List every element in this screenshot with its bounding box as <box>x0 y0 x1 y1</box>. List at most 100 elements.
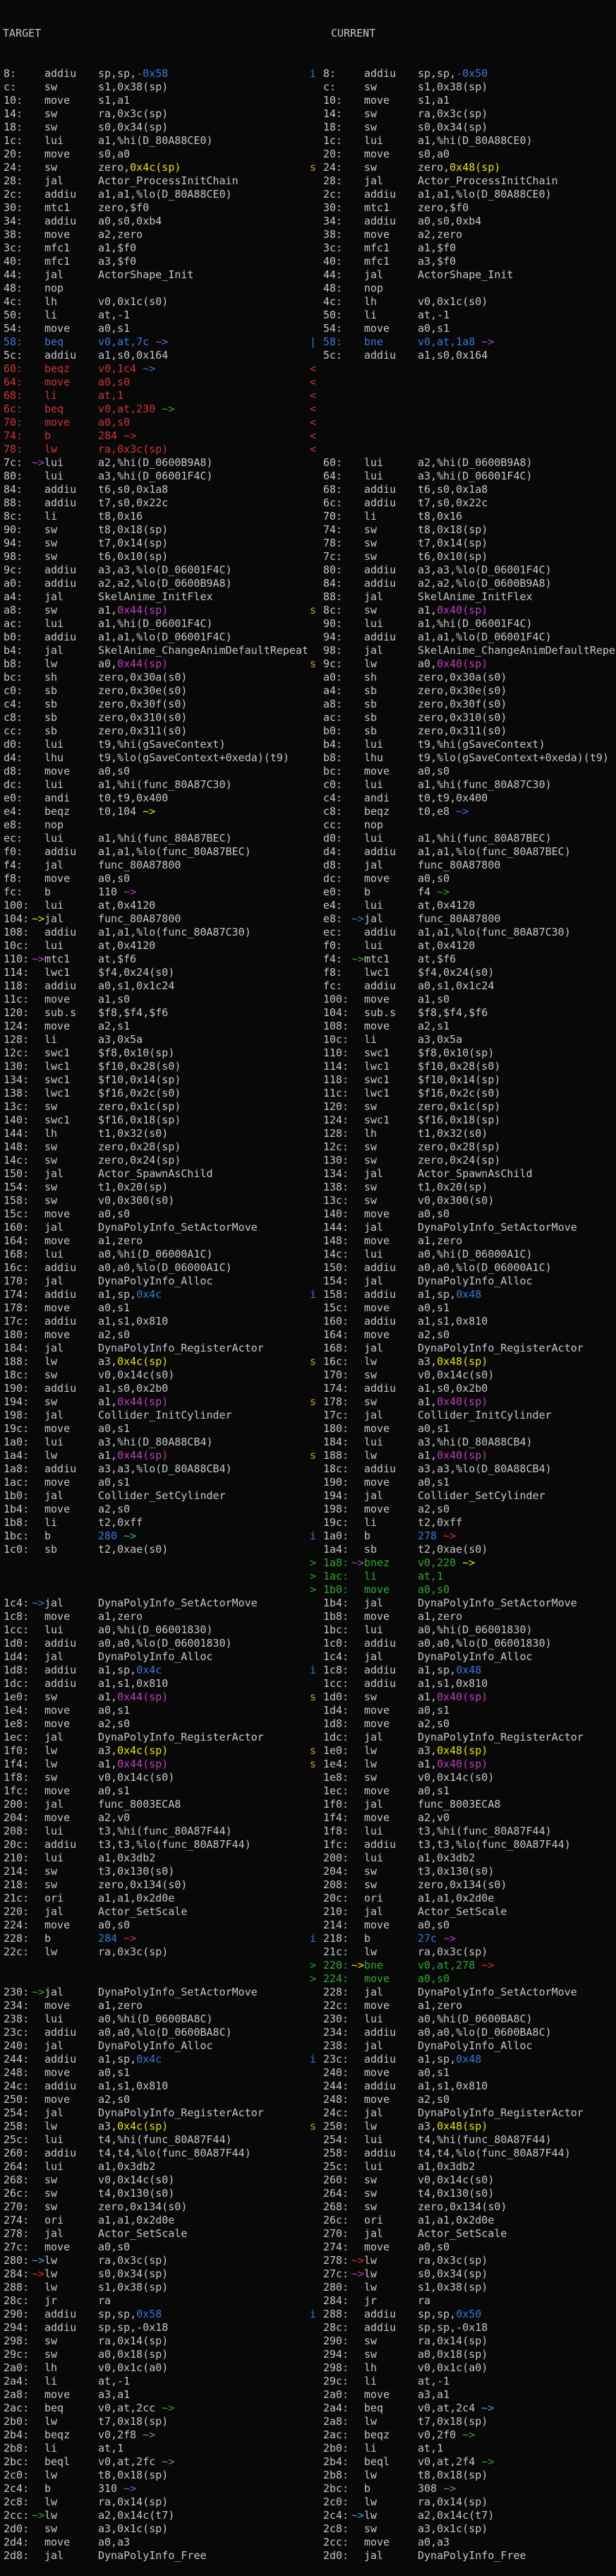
target-line: 134: swc1$f10,0x14(sp) <box>0 1073 308 1087</box>
diff-marker <box>308 886 320 899</box>
asm-row: 2b4: beqzv0,2f8 ~> 2ac: beqzv0,2f0 ~> <box>0 2428 616 2442</box>
current-line: < <box>308 389 616 402</box>
diff-marker <box>308 282 320 295</box>
address: f8: <box>0 872 32 886</box>
operands: 27c <box>418 1932 437 1945</box>
diff-marker <box>308 1181 320 1194</box>
mnemonic: sw <box>364 1368 418 1382</box>
mnemonic: addiu <box>44 979 98 993</box>
operands: ra,0x3c(sp) <box>98 443 168 455</box>
branch-arrow-in <box>351 1878 364 1892</box>
branch-arrow-in <box>351 1020 364 1033</box>
operands: v0,at,2c4 <box>418 2402 475 2414</box>
mnemonic: lw <box>364 2496 418 2509</box>
address: 124: <box>320 1114 351 1127</box>
address: 25c: <box>0 2133 32 2147</box>
current-line: dc: movea0,s0 <box>308 872 616 886</box>
operands: a1,sp, <box>418 1664 456 1676</box>
diff-marker <box>308 2174 320 2187</box>
target-line: 10c: luiat,0x4120 <box>0 939 308 953</box>
mnemonic: b <box>364 886 418 899</box>
branch-arrow-in <box>32 1744 44 1758</box>
address: d0: <box>0 738 32 751</box>
diff-marker <box>308 2066 320 2080</box>
target-line: 23c: addiua0,a0,%lo(D_0600BA8C) <box>0 2026 308 2039</box>
diff-marker <box>308 577 320 590</box>
asm-row: 204: movea2,v0 1f4: movea2,v0 <box>0 1811 616 1825</box>
current-line: 38: movea2,zero <box>308 228 616 242</box>
operands: a0,s0 <box>98 1208 130 1220</box>
diff-marker: s <box>308 1395 320 1409</box>
operands: a0,s1 <box>418 1704 449 1717</box>
operands: 0x4c(sp) <box>117 1355 168 1368</box>
address: c: <box>0 80 32 94</box>
target-line: 298: swra,0x14(sp) <box>0 2334 308 2348</box>
address: 260: <box>0 2147 32 2160</box>
mnemonic: addiu <box>44 1664 98 1677</box>
operands: $f8,$f4,$f6 <box>98 1006 168 1019</box>
diff-marker: > <box>308 1583 320 1597</box>
diff-marker <box>308 1717 320 1731</box>
operands: a1,s0,0x2b0 <box>418 1382 488 1395</box>
address: cc: <box>0 724 32 738</box>
current-line: 2b8: lwt8,0x18(sp) <box>308 2469 616 2482</box>
operands: SkelAnime_ChangeAnimDefaultRepeat <box>418 644 616 657</box>
branch-arrow-in <box>32 1664 44 1677</box>
mnemonic: sw <box>44 604 98 617</box>
address: 1bc: <box>0 1530 32 1543</box>
address: 64: <box>320 470 351 483</box>
branch-arrow-in <box>351 268 364 282</box>
operands: t2,0xff <box>98 1516 143 1529</box>
current-line: 50: liat,-1 <box>308 309 616 322</box>
mnemonic: jal <box>44 1597 98 1610</box>
address: 1dc: <box>320 1731 351 1744</box>
operands: a1,sp, <box>98 1288 136 1301</box>
operands: DynaPolyInfo_SetActorMove <box>98 1986 258 1998</box>
diff-marker <box>308 456 320 470</box>
address: 1b8: <box>320 1610 351 1623</box>
mnemonic: addiu <box>44 2026 98 2039</box>
operands: $f8,$f4,$f6 <box>418 1006 488 1019</box>
operands: a0,a0,%lo(D_06001830) <box>98 1637 232 1650</box>
branch-arrow-in <box>32 483 44 496</box>
mnemonic: move <box>364 2388 418 2402</box>
diff-marker <box>308 1503 320 1516</box>
operands: a1,%hi(D_06001F4C) <box>418 617 533 630</box>
current-line: b0: sbzero,0x311(s0) <box>308 724 616 738</box>
branch-arrow-in <box>32 107 44 121</box>
mnemonic: lh <box>364 2361 418 2375</box>
asm-row: 230:~>jalDynaPolyInfo_SetActorMove 228: … <box>0 1986 616 1999</box>
mnemonic: move <box>364 1234 418 1248</box>
operands: 284 <box>98 1932 117 1945</box>
mnemonic: lwc1 <box>44 1060 98 1073</box>
branch-arrow-in <box>32 1489 44 1503</box>
address: 9c: <box>320 657 351 671</box>
address: 34: <box>0 215 32 228</box>
address: 11c: <box>320 1087 351 1100</box>
address: 84: <box>0 483 32 496</box>
branch-arrow-in <box>32 2442 44 2455</box>
operands: a0,s0 <box>98 765 130 777</box>
asm-row: f0: addiua1,a1,%lo(func_80A87BEC) d4: ad… <box>0 845 616 859</box>
address: e0: <box>320 886 351 899</box>
mnemonic: sw <box>44 1368 98 1382</box>
branch-arrow-in <box>32 2026 44 2039</box>
address: 1d0: <box>320 1690 351 1704</box>
current-line: 1ec: movea0,s1 <box>308 1784 616 1798</box>
diff-marker <box>308 1114 320 1127</box>
current-line: i288: addiusp,sp,0x50 <box>308 2308 616 2321</box>
mnemonic: jal <box>44 174 98 188</box>
branch-arrow-in <box>32 148 44 161</box>
branch-arrow-in <box>32 2281 44 2294</box>
mnemonic: andi <box>364 792 418 805</box>
asm-row: 70: movea0,s0< <box>0 416 616 429</box>
branch-arrow-in <box>351 2469 364 2482</box>
address: 244: <box>0 2053 32 2066</box>
diff-marker <box>308 94 320 107</box>
operands: a1,a1,%lo(D_80A88CE0) <box>418 188 552 201</box>
mnemonic: move <box>44 1919 98 1932</box>
operands: v0,0x300(s0) <box>418 1194 494 1207</box>
target-line: cc: sbzero,0x311(s0) <box>0 724 308 738</box>
address: 58: <box>0 335 32 349</box>
address: 188: <box>320 1449 351 1462</box>
